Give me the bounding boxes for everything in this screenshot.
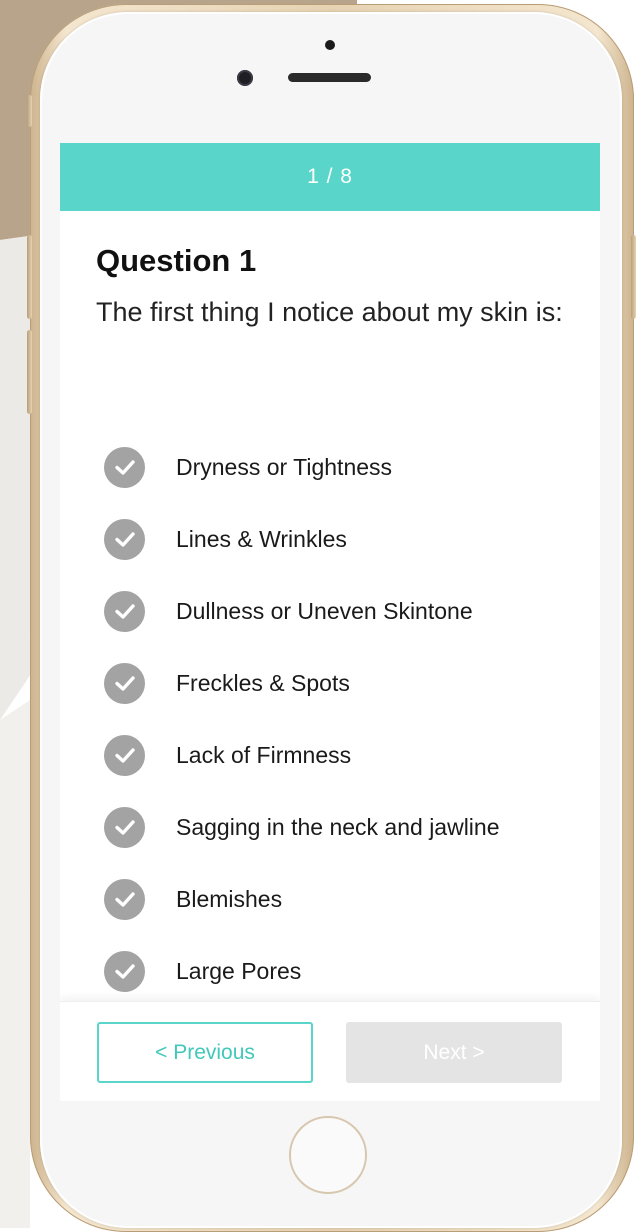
check-circle-icon[interactable] xyxy=(104,446,145,488)
volume-up-button xyxy=(27,235,32,319)
answer-option-label: Freckles & Spots xyxy=(176,669,350,696)
answer-option[interactable]: Dullness or Uneven Skintone xyxy=(104,575,584,647)
check-circle-icon[interactable] xyxy=(104,806,145,848)
power-button xyxy=(631,235,636,319)
check-circle-icon[interactable] xyxy=(104,662,145,704)
previous-button[interactable]: < Previous xyxy=(97,1022,313,1083)
check-circle-icon[interactable] xyxy=(104,950,145,992)
progress-text: 1 / 8 xyxy=(307,165,353,188)
mute-switch xyxy=(27,95,32,127)
next-button[interactable]: Next > xyxy=(346,1022,562,1083)
answer-option[interactable]: Freckles & Spots xyxy=(104,647,584,719)
front-camera-icon xyxy=(237,70,253,86)
quiz-screen: 1 / 8 Question 1 The first thing I notic… xyxy=(60,143,600,1101)
answer-option[interactable]: Lines & Wrinkles xyxy=(104,503,584,575)
question-title: Question 1 xyxy=(96,243,257,278)
answer-option-label: Dullness or Uneven Skintone xyxy=(176,597,473,624)
answer-option[interactable]: Large Pores xyxy=(104,935,584,1007)
answer-option[interactable]: Dryness or Tightness xyxy=(104,431,584,503)
check-circle-icon[interactable] xyxy=(104,518,145,560)
answer-option-label: Dryness or Tightness xyxy=(176,453,393,480)
progress-header: 1 / 8 xyxy=(60,143,600,211)
answer-options: Dryness or Tightness Lines & Wrinkles Du… xyxy=(104,431,584,1007)
proximity-sensor xyxy=(325,40,335,50)
volume-down-button xyxy=(27,330,32,414)
answer-option-label: Lack of Firmness xyxy=(176,741,352,768)
answer-option[interactable]: Lack of Firmness xyxy=(104,719,584,791)
answer-option-label: Lines & Wrinkles xyxy=(176,525,347,552)
earpiece-speaker xyxy=(288,73,371,82)
answer-option-label: Blemishes xyxy=(176,885,283,912)
answer-option[interactable]: Blemishes xyxy=(104,863,584,935)
navigation-footer: < Previous Next > xyxy=(60,1001,600,1101)
answer-option-label: Large Pores xyxy=(176,957,302,984)
answer-option-label: Sagging in the neck and jawline xyxy=(176,813,500,840)
answer-option[interactable]: Sagging in the neck and jawline xyxy=(104,791,584,863)
check-circle-icon[interactable] xyxy=(104,590,145,632)
check-circle-icon[interactable] xyxy=(104,734,145,776)
check-circle-icon[interactable] xyxy=(104,878,145,920)
home-button[interactable] xyxy=(289,1116,367,1194)
question-text: The first thing I notice about my skin i… xyxy=(96,297,563,327)
